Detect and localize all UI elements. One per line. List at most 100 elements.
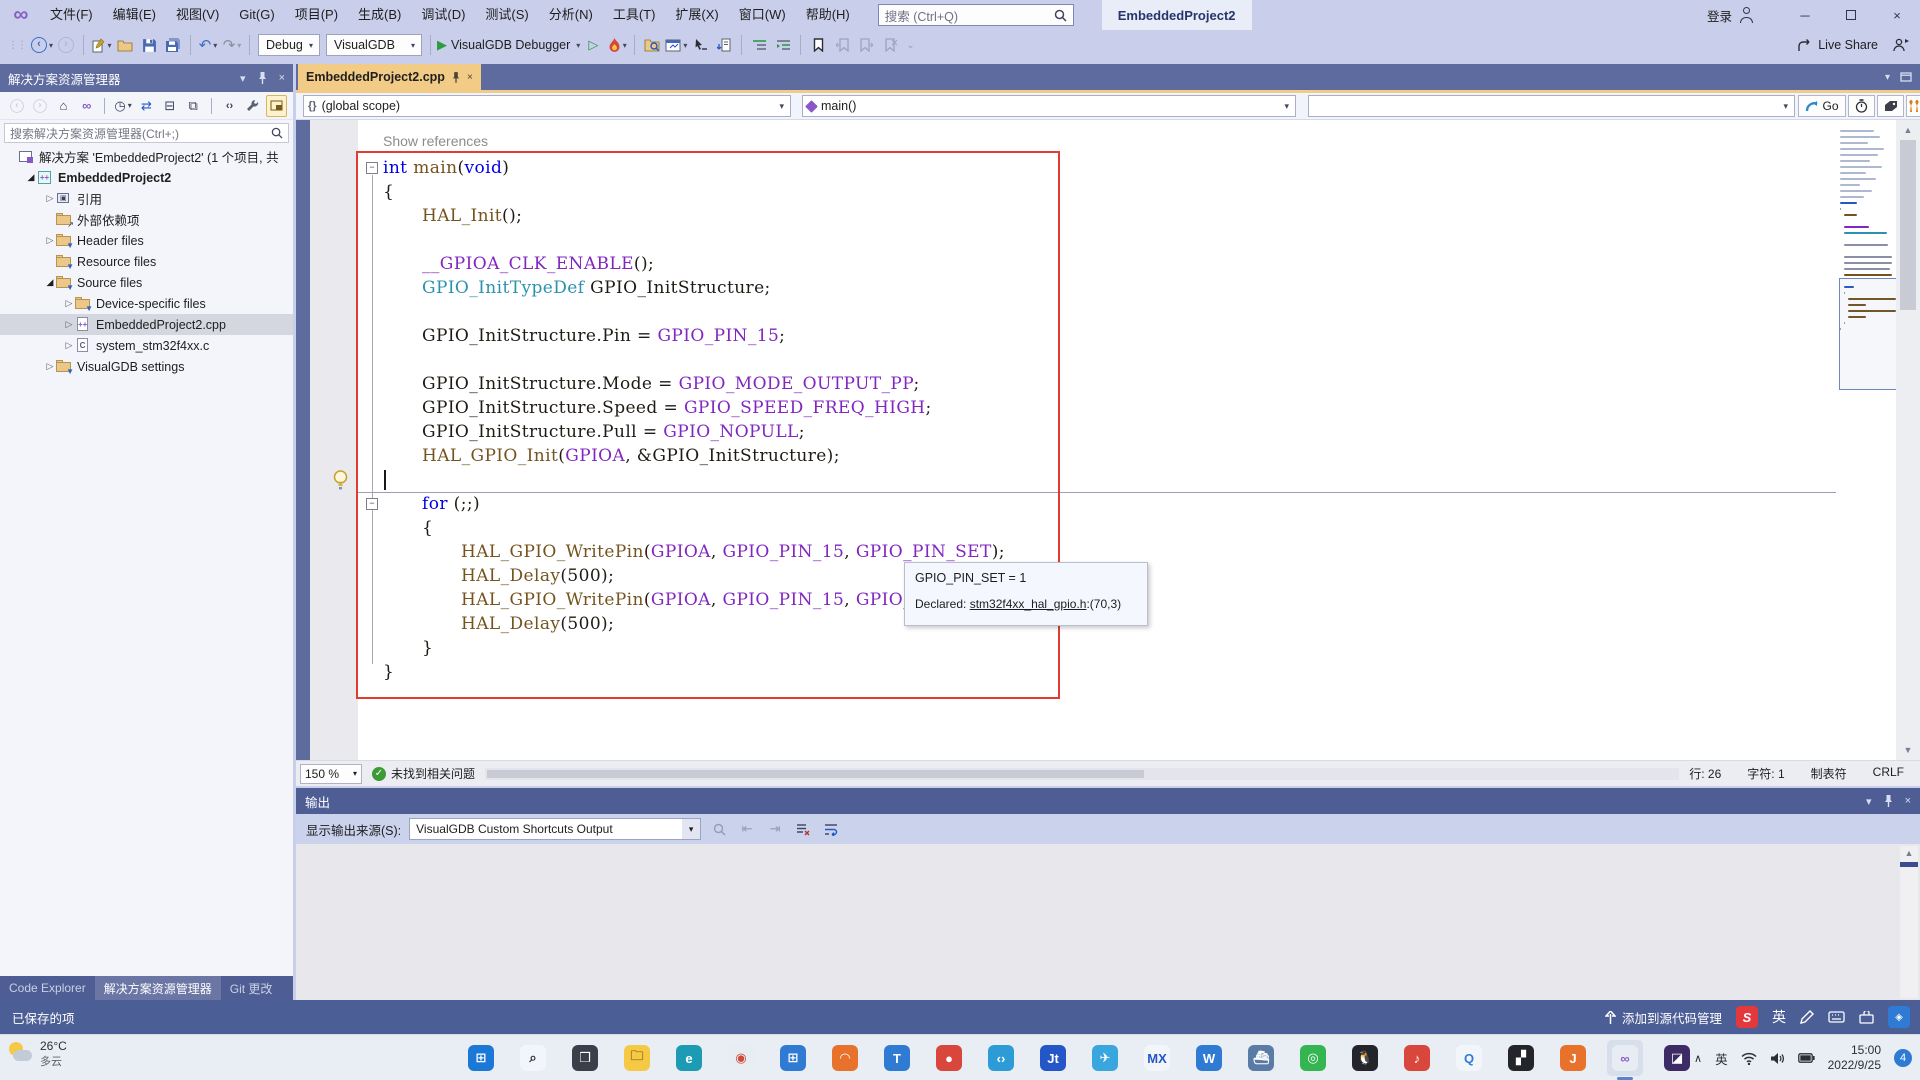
- notification-count-badge[interactable]: 4: [1894, 1049, 1912, 1067]
- close-button[interactable]: ×: [1874, 0, 1920, 30]
- menu-item-8[interactable]: 分析(N): [539, 3, 603, 27]
- menu-item-4[interactable]: 项目(P): [285, 3, 348, 27]
- pin-icon[interactable]: [1884, 795, 1893, 807]
- scroll-up-arrow[interactable]: ▲: [1900, 846, 1918, 860]
- code-line-4[interactable]: [383, 228, 1005, 252]
- taskbar-icon-wechat[interactable]: ◎: [1295, 1040, 1331, 1076]
- menu-item-7[interactable]: 测试(S): [475, 3, 538, 27]
- tree-item-embeddedproject2-cpp[interactable]: ▷++EmbeddedProject2.cpp: [0, 314, 293, 335]
- tree-item--[interactable]: ↗外部依赖项: [0, 209, 293, 230]
- window-menu-icon[interactable]: ▾: [1866, 795, 1872, 808]
- menu-item-0[interactable]: 文件(F): [40, 3, 103, 27]
- ime-skin-icon[interactable]: ◈: [1888, 1006, 1910, 1028]
- restore-button[interactable]: [1828, 0, 1874, 30]
- scope-dropdown[interactable]: {} (global scope) ▾: [303, 95, 791, 117]
- declaration-link[interactable]: stm32f4xx_hal_gpio.h: [970, 597, 1087, 611]
- status-tabs[interactable]: 制表符: [1811, 765, 1847, 782]
- ime-language-indicator[interactable]: 英: [1772, 1007, 1786, 1027]
- toolbar-grip[interactable]: ⋮⋮: [8, 40, 26, 51]
- window-menu-icon[interactable]: ▾: [240, 72, 246, 85]
- menu-item-12[interactable]: 帮助(H): [796, 3, 860, 27]
- solution-explorer-search[interactable]: 搜索解决方案资源管理器(Ctrl+;): [4, 123, 289, 143]
- expander-icon[interactable]: ▷: [63, 298, 75, 309]
- taskbar-icon-ship-app[interactable]: ⛴: [1243, 1040, 1279, 1076]
- tree-item-device-specific-files[interactable]: ▷▼Device-specific files: [0, 293, 293, 314]
- add-to-source-control-button[interactable]: 添加到源代码管理: [1605, 1008, 1722, 1027]
- expander-icon[interactable]: ▷: [44, 235, 56, 246]
- se-show-all-files-icon[interactable]: ‹›: [219, 95, 240, 117]
- menu-item-5[interactable]: 生成(B): [348, 3, 411, 27]
- se-properties-icon[interactable]: [242, 95, 263, 117]
- status-line[interactable]: 行: 26: [1689, 765, 1721, 782]
- minimap-viewport-box[interactable]: [1839, 278, 1897, 390]
- taskbar-icon-netease-music[interactable]: ♪: [1399, 1040, 1435, 1076]
- code-line-10[interactable]: GPIO_InitStructure.Mode = GPIO_MODE_OUTP…: [383, 372, 1005, 396]
- account-icon[interactable]: [1740, 7, 1756, 23]
- active-files-dropdown-icon[interactable]: ▾: [1885, 72, 1890, 83]
- output-header[interactable]: 输出 ▾ ×: [296, 788, 1920, 814]
- zoom-level-dropdown[interactable]: 150 %▾: [300, 764, 362, 784]
- code-line-3[interactable]: HAL_Init();: [383, 204, 1005, 228]
- taskbar-icon-search[interactable]: ⌕: [515, 1040, 551, 1076]
- battery-icon[interactable]: [1798, 1053, 1815, 1063]
- se-copy-icon[interactable]: ⧉: [182, 95, 203, 117]
- se-collapse-all-icon[interactable]: ⊟: [159, 95, 180, 117]
- menu-item-6[interactable]: 调试(D): [411, 3, 475, 27]
- taskbar-icon-mxnet[interactable]: MX: [1139, 1040, 1175, 1076]
- se-home-icon[interactable]: ⌂: [53, 95, 74, 117]
- menu-item-3[interactable]: Git(G): [229, 3, 284, 27]
- vertical-scrollbar[interactable]: ▲ ▼: [1896, 120, 1920, 760]
- goto-previous-message-icon[interactable]: ⇤: [737, 819, 757, 839]
- solution-explorer-header[interactable]: 解决方案资源管理器 ▾ ×: [0, 64, 293, 92]
- document-tab[interactable]: EmbeddedProject2.cpp ×: [298, 64, 481, 90]
- taskbar-clock[interactable]: 15:00 2022/9/25: [1828, 1043, 1881, 1073]
- sign-in-link[interactable]: 登录: [1707, 6, 1732, 25]
- code-line-7[interactable]: [383, 300, 1005, 324]
- expander-icon[interactable]: ▷: [63, 340, 75, 351]
- go-button[interactable]: Go: [1798, 95, 1846, 117]
- previous-bookmark-button[interactable]: [831, 33, 853, 57]
- code-line-16[interactable]: {: [383, 516, 1005, 540]
- taskbar-icon-qq[interactable]: 🐧: [1347, 1040, 1383, 1076]
- taskbar-weather-widget[interactable]: 26°C 多云: [8, 1039, 67, 1069]
- word-wrap-icon[interactable]: [821, 819, 841, 839]
- taskbar-icon-chrome[interactable]: ◉: [723, 1040, 759, 1076]
- code-line-6[interactable]: GPIO_InitTypeDef GPIO_InitStructure;: [383, 276, 1005, 300]
- ime-pen-icon[interactable]: [1800, 1010, 1814, 1024]
- taskbar-icon-jianying[interactable]: J: [1555, 1040, 1591, 1076]
- decrease-indent-button[interactable]: [748, 33, 770, 57]
- code-line-14[interactable]: [383, 468, 1005, 492]
- menu-item-1[interactable]: 编辑(E): [103, 3, 166, 27]
- collaborators-icon[interactable]: [1893, 37, 1910, 52]
- new-project-button[interactable]: ▾: [90, 33, 112, 57]
- output-content[interactable]: ▲: [296, 844, 1920, 1000]
- tag-button[interactable]: [1877, 95, 1904, 117]
- speaker-icon[interactable]: [1770, 1052, 1785, 1065]
- taskbar-icon-wps[interactable]: W: [1191, 1040, 1227, 1076]
- se-preview-selected-items-icon[interactable]: [266, 95, 287, 117]
- code-line-15[interactable]: for (;;): [383, 492, 1005, 516]
- save-all-button[interactable]: [162, 33, 184, 57]
- tree-item--[interactable]: ▷引用: [0, 188, 293, 209]
- clear-all-icon[interactable]: [793, 819, 813, 839]
- hscrollbar-thumb[interactable]: [487, 770, 1144, 778]
- output-scrollbar[interactable]: ▲: [1900, 846, 1918, 998]
- se-switch-views-icon[interactable]: ∞: [76, 95, 97, 117]
- status-eol[interactable]: CRLF: [1873, 765, 1904, 782]
- code-line-13[interactable]: HAL_GPIO_Init(GPIOA, &GPIO_InitStructure…: [383, 444, 1005, 468]
- taskbar-icon-vscode[interactable]: ‹›: [983, 1040, 1019, 1076]
- se-back-icon[interactable]: ‹: [6, 95, 27, 117]
- open-file-button[interactable]: [114, 33, 136, 57]
- code-line-1[interactable]: int main(void): [383, 156, 1005, 180]
- code-line-2[interactable]: {: [383, 180, 1005, 204]
- menu-item-9[interactable]: 工具(T): [603, 3, 666, 27]
- menu-item-10[interactable]: 扩展(X): [665, 3, 728, 27]
- taskbar-icon-task-view[interactable]: ❒: [567, 1040, 603, 1076]
- output-source-dropdown[interactable]: VisualGDB Custom Shortcuts Output ▾: [409, 818, 701, 840]
- visualgdb-pins-button[interactable]: [1906, 95, 1920, 117]
- scroll-down-arrow[interactable]: ▼: [1896, 742, 1920, 758]
- output-scrollbar-thumb[interactable]: [1900, 862, 1918, 867]
- expander-icon[interactable]: ◢: [44, 277, 56, 288]
- code-line-22[interactable]: }: [383, 660, 1005, 684]
- navigate-backward-button[interactable]: ‹▾: [31, 33, 53, 57]
